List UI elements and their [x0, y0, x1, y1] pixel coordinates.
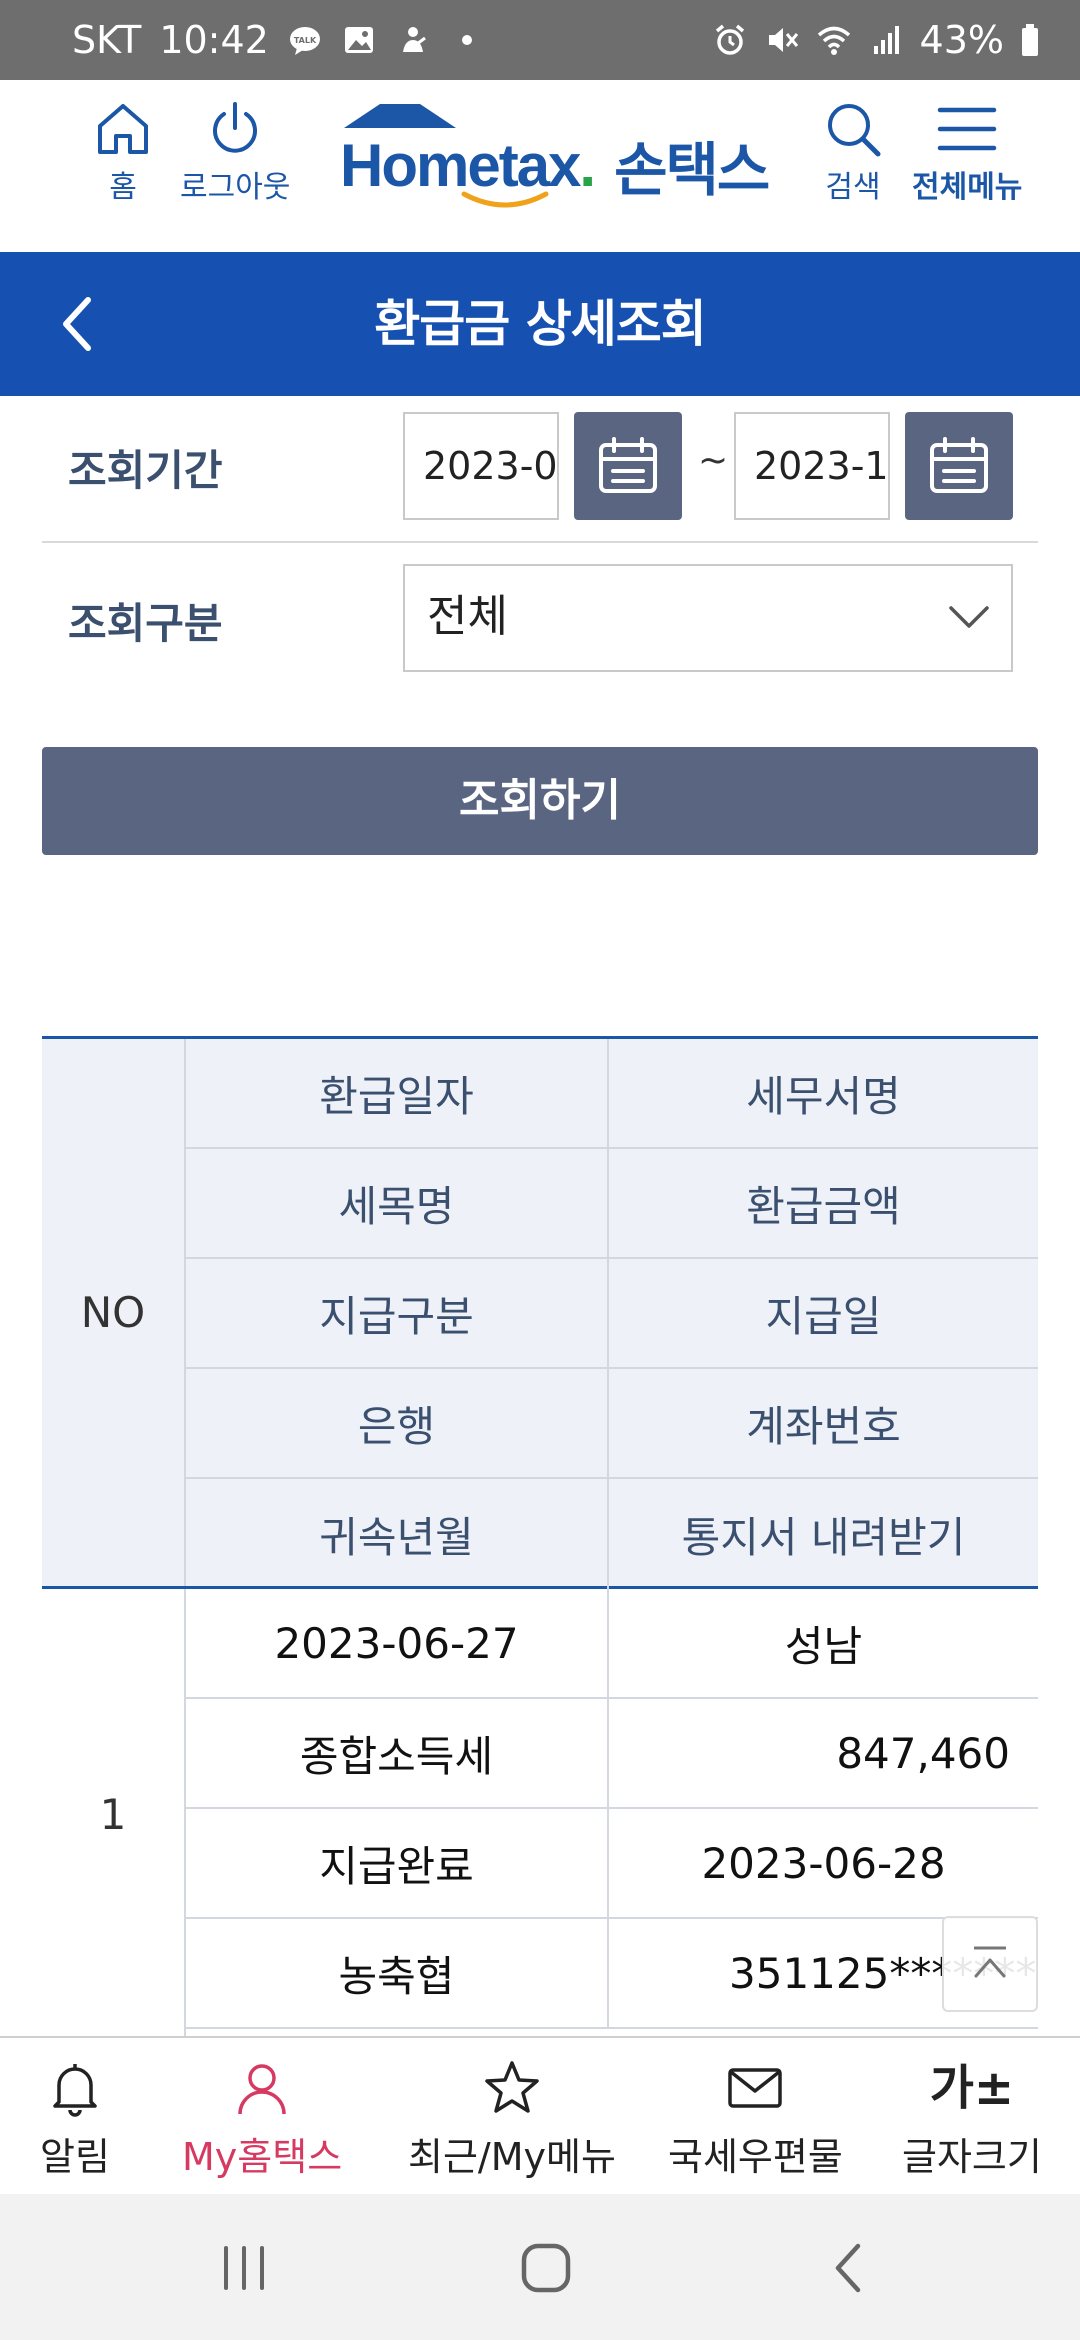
row-number: 1: [42, 1589, 186, 2039]
header-cell-tax-office: 세무서명: [609, 1039, 1038, 1149]
full-menu-label: 전체메뉴: [912, 170, 1023, 205]
nav-item-my-hometax[interactable]: My홈택스: [182, 2058, 342, 2181]
calendar-icon: [599, 437, 657, 493]
search-label: 검색: [825, 170, 881, 205]
nav-item-recent-menu[interactable]: 최근/My메뉴: [408, 2058, 616, 2181]
wifi-icon: [816, 22, 852, 58]
header-cell-attribution-month: 귀속년월: [186, 1479, 609, 1589]
header-cell-payment-type: 지급구분: [186, 1259, 609, 1369]
title-bar: 환급금 상세조회: [0, 252, 1080, 396]
battery-percent: 43%: [919, 18, 1004, 62]
alarm-icon: [712, 22, 748, 58]
talk-icon: TALK: [287, 22, 323, 58]
nav-label-my-hometax: My홈택스: [182, 2135, 343, 2179]
mute-icon: [764, 22, 800, 58]
gallery-icon: [341, 22, 377, 58]
logout-button[interactable]: 로그아웃: [180, 98, 290, 206]
logo-roof-icon: [344, 104, 456, 128]
recent-apps-icon[interactable]: [214, 2238, 274, 2298]
bottom-nav: 알림 My홈택스 최근/My메뉴 국세우편물 가± 글자크기: [0, 2036, 1080, 2194]
battery-icon: [1020, 22, 1040, 58]
search-icon: [828, 104, 881, 157]
nav-item-font-size[interactable]: 가± 글자크기: [902, 2058, 1042, 2181]
chevron-up-icon: [974, 1946, 1006, 1978]
scroll-to-top-button[interactable]: [942, 1916, 1038, 2012]
cell-payment-type: 지급완료: [186, 1809, 609, 1919]
bell-icon: [53, 2064, 97, 2117]
logout-label: 로그아웃: [180, 170, 291, 205]
date-range-separator: ~: [698, 440, 729, 481]
search-button[interactable]: 검색: [822, 98, 884, 206]
end-date-calendar-button[interactable]: [905, 412, 1013, 520]
home-label: 홈: [109, 170, 137, 205]
system-nav-bar: [0, 2194, 1080, 2340]
system-back-icon[interactable]: [820, 2238, 880, 2298]
app-icon: [395, 22, 431, 58]
nav-item-notifications[interactable]: 알림: [40, 2058, 110, 2181]
carrier-label: SKT: [72, 18, 142, 62]
start-date-input[interactable]: 2023-06: [403, 412, 559, 520]
header-cell-refund-date: 환급일자: [186, 1039, 609, 1149]
home-icon: [98, 104, 148, 154]
period-label: 조회기간: [68, 446, 223, 495]
hometax-logo[interactable]: Hometax. 손택스: [340, 104, 770, 210]
nav-label-notifications: 알림: [40, 2135, 110, 2179]
header-cell-refund-amount: 환급금액: [609, 1149, 1038, 1259]
nav-label-recent-menu: 최근/My메뉴: [408, 2135, 616, 2179]
logo-smile-icon: [461, 191, 549, 208]
power-icon: [213, 102, 258, 153]
header-cell-tax-item: 세목명: [186, 1149, 609, 1259]
type-select-value: 전체: [427, 591, 508, 642]
cell-tax-item: 종합소득세: [186, 1699, 609, 1809]
person-icon: [238, 2064, 286, 2115]
svg-text:TALK: TALK: [294, 36, 317, 45]
table-row: 1 2023-06-27 성남 종합소득세 847,460 지급완료 2023-…: [42, 1589, 1038, 2039]
dot-icon: [449, 22, 485, 58]
inquiry-button[interactable]: 조회하기: [42, 747, 1038, 855]
home-button[interactable]: 홈: [92, 98, 154, 206]
status-bar: SKT 10:42 TALK 43%: [0, 0, 1080, 80]
star-icon: [485, 2061, 539, 2113]
table-header: NO 환급일자 세무서명 세목명 환급금액 지급구분 지급일 은행 계좌번호 귀…: [42, 1039, 1038, 1589]
header-cell-bank: 은행: [186, 1369, 609, 1479]
header-cell-payment-date: 지급일: [609, 1259, 1038, 1369]
cell-refund-amount: 847,460: [609, 1699, 1038, 1809]
app-header: 홈 로그아웃 Hometax. 손택스 검색 전체메뉴: [0, 80, 1080, 252]
calendar-icon: [930, 437, 988, 493]
home-circle-icon[interactable]: [516, 2238, 576, 2298]
start-date-calendar-button[interactable]: [574, 412, 682, 520]
type-label: 조회구분: [68, 599, 223, 648]
status-bar-right: 43%: [712, 0, 1040, 80]
hamburger-icon: [937, 107, 997, 151]
mail-icon: [728, 2068, 783, 2108]
nav-item-tax-mail[interactable]: 국세우편물: [668, 2058, 843, 2181]
full-menu-button[interactable]: 전체메뉴: [912, 98, 1022, 206]
form-divider: [42, 541, 1038, 543]
no-header: NO: [42, 1039, 186, 1586]
clock: 10:42: [159, 18, 269, 62]
nav-label-tax-mail: 국세우편물: [668, 2135, 843, 2179]
status-bar-left: SKT 10:42 TALK: [72, 0, 485, 80]
cell-tax-office: 성남: [609, 1589, 1038, 1699]
cell-bank: 농축협: [186, 1919, 609, 2029]
logo-korean: 손택스: [614, 136, 770, 204]
cell-payment-date: 2023-06-28: [609, 1809, 1038, 1919]
font-size-icon: 가±: [929, 2060, 1015, 2116]
signal-icon: [868, 22, 904, 58]
logo-dot: .: [579, 131, 596, 199]
chevron-down-icon: [949, 606, 989, 628]
nav-label-font-size: 글자크기: [902, 2135, 1042, 2179]
type-select[interactable]: 전체: [403, 564, 1013, 672]
cell-refund-date: 2023-06-27: [186, 1589, 609, 1699]
refund-table: NO 환급일자 세무서명 세목명 환급금액 지급구분 지급일 은행 계좌번호 귀…: [42, 1036, 1038, 2039]
header-cell-account-number: 계좌번호: [609, 1369, 1038, 1479]
end-date-input[interactable]: 2023-12: [734, 412, 890, 520]
page-title: 환급금 상세조회: [374, 295, 706, 353]
header-cell-download-notice: 통지서 내려받기: [681, 1512, 966, 1562]
